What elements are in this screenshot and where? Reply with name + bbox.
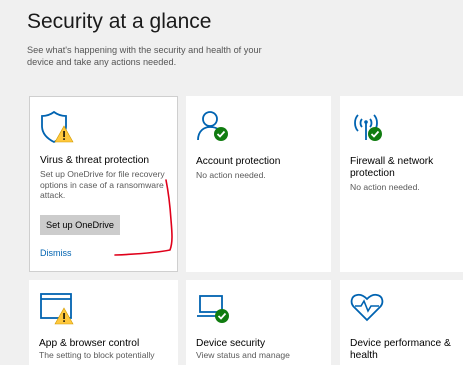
windows-security-page: Security at a glance See what's happenin… [0, 0, 463, 365]
tile-device-performance-health[interactable]: Device performance & health [340, 280, 463, 365]
tile-title: Device security [196, 338, 266, 349]
set-up-onedrive-button[interactable]: Set up OneDrive [40, 215, 120, 235]
tile-description: View status and manage [196, 350, 290, 360]
browser-warning-icon [39, 291, 75, 330]
tile-virus-threat-protection[interactable]: Virus & threat protection Set up OneDriv… [29, 96, 178, 272]
tile-app-browser-control[interactable]: App & browser control The setting to blo… [29, 280, 178, 365]
tile-device-security[interactable]: Device security View status and manage [186, 280, 331, 365]
tile-description: No action needed. [196, 170, 266, 180]
laptop-check-icon [196, 293, 230, 330]
wifi-check-icon [350, 109, 384, 148]
tile-account-protection[interactable]: Account protection No action needed. [186, 96, 331, 272]
account-check-icon [196, 109, 230, 148]
shield-warning-icon [40, 110, 74, 149]
tile-description: The setting to block potentially [39, 350, 155, 360]
tile-title: Firewall & network protection [350, 156, 434, 179]
page-title: Security at a glance [27, 10, 212, 33]
heart-pulse-icon [350, 291, 384, 328]
tile-description: No action needed. [350, 182, 420, 192]
page-subtitle: See what's happening with the security a… [27, 45, 262, 67]
dismiss-link[interactable]: Dismiss [40, 248, 72, 258]
tile-description: Set up OneDrive for file recovery option… [40, 169, 165, 201]
tile-title: Account protection [196, 156, 281, 167]
tile-title: App & browser control [39, 338, 140, 349]
tile-firewall-network-protection[interactable]: Firewall & network protection No action … [340, 96, 463, 272]
tile-title: Device performance & health [350, 338, 451, 361]
tile-title: Virus & threat protection [40, 155, 150, 166]
